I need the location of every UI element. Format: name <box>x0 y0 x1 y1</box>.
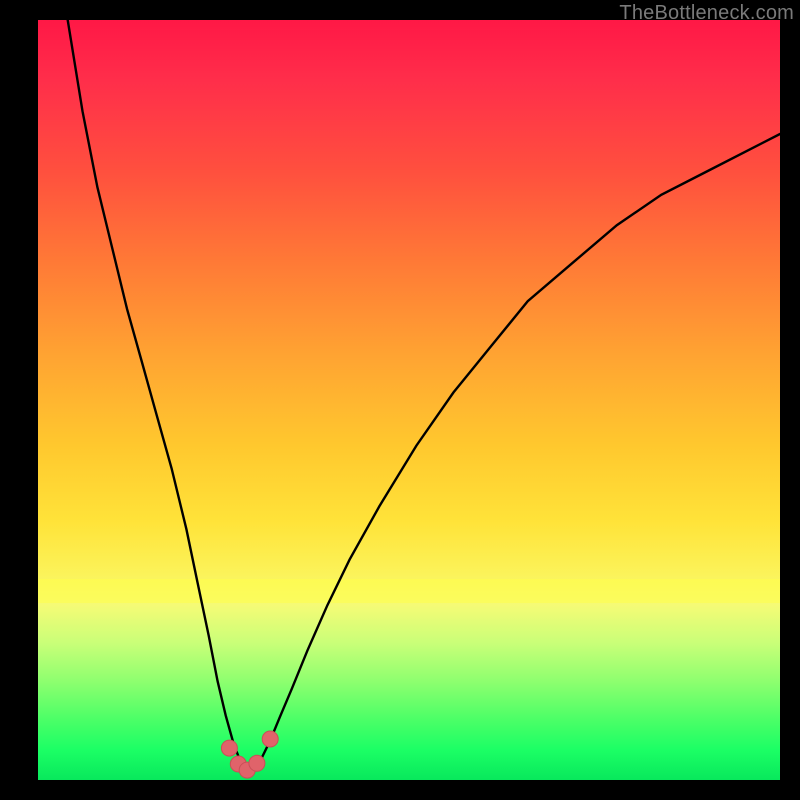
curve-marker <box>249 755 265 771</box>
curve-marker <box>221 740 237 756</box>
bottleneck-curve <box>68 20 780 771</box>
marker-layer <box>221 731 278 778</box>
curve-layer <box>38 20 780 780</box>
watermark-text: TheBottleneck.com <box>619 2 794 25</box>
plot-area <box>38 20 780 780</box>
curve-marker <box>262 731 278 747</box>
chart-frame: TheBottleneck.com <box>0 0 800 800</box>
